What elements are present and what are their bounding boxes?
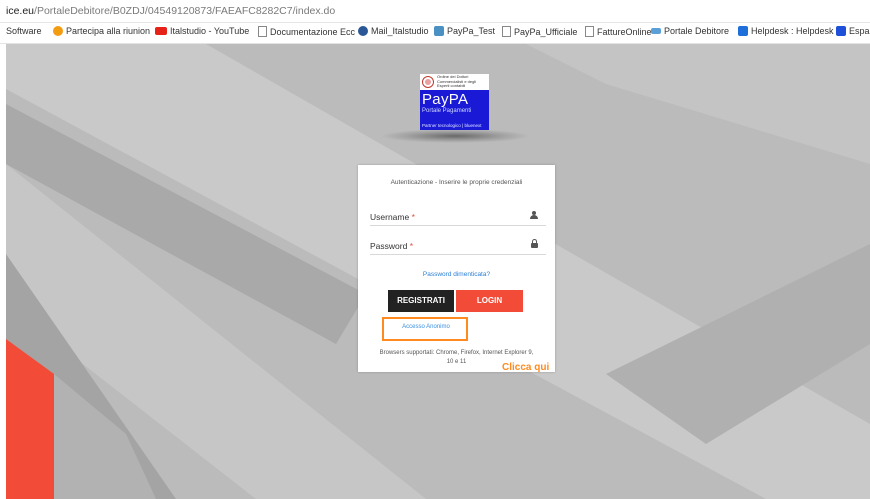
url-path: /PortaleDebitore/B0ZDJ/04549120873/FAEAF… [34, 5, 336, 17]
url-host: ice.eu [6, 5, 35, 17]
bookmark-paypa-test[interactable]: PayPa_Test [434, 26, 495, 36]
page-icon [585, 26, 594, 37]
bookmark-label: Documentazione Ecc [270, 26, 356, 37]
login-card: Autenticazione - Inserire le proprie cre… [358, 165, 555, 372]
bookmarks-bar: Software Partecipa alla riunion Italstud… [0, 23, 870, 44]
required-mark: * [411, 212, 415, 222]
logo-brand: PayPA [422, 91, 469, 108]
espar-icon [836, 26, 846, 36]
address-bar[interactable]: ice.eu/PortaleDebitore/B0ZDJ/04549120873… [0, 0, 870, 23]
forgot-password-link[interactable]: Password dimenticata? [358, 271, 555, 278]
bookmark-label: PayPa_Ufficiale [514, 26, 578, 37]
bookmark-youtube[interactable]: Italstudio - YouTube [155, 26, 249, 36]
mail-icon [358, 26, 368, 36]
click-here-annotation: Clicca qui [502, 362, 550, 373]
bookmark-fattureonline[interactable]: FattureOnline [585, 26, 652, 37]
bookmark-label: Portale Debitore [664, 26, 730, 36]
login-button[interactable]: LOGIN [456, 290, 523, 312]
logo-org-text: Ordine dei Dottori Commercialisti e degl… [437, 74, 477, 89]
bookmark-espar[interactable]: Espar [836, 26, 870, 36]
login-title: Autenticazione - Inserire le proprie cre… [390, 179, 523, 186]
bookmark-helpdesk[interactable]: Helpdesk : Helpdesk [738, 26, 834, 36]
helpdesk-icon [738, 26, 748, 36]
bookmark-label: Italstudio - YouTube [170, 26, 250, 36]
bookmark-label: PayPa_Test [447, 26, 496, 36]
bookmark-mail[interactable]: Mail_Italstudio [358, 26, 429, 36]
lock-icon [531, 239, 538, 248]
register-button[interactable]: REGISTRATI [388, 290, 454, 312]
youtube-icon [155, 27, 167, 35]
portal-icon [651, 28, 661, 34]
anonymous-access-link[interactable]: Accesso Anonimo [390, 324, 462, 330]
bookmark-label: Espar [849, 26, 870, 36]
username-label: Username [370, 212, 410, 222]
logo-body: PayPA Portale Pagamenti Partner tecnolog… [420, 90, 489, 130]
bookmark-partecipa[interactable]: Partecipa alla riunion [53, 26, 150, 36]
logo-footer: Partner tecnologico | bluenext [422, 123, 482, 128]
bookmark-software[interactable]: Software [6, 26, 42, 36]
paypa-icon [434, 26, 444, 36]
bookmark-label: Software [6, 26, 42, 36]
meeting-icon [53, 26, 63, 36]
seal-icon [422, 76, 434, 88]
user-icon [530, 211, 538, 219]
paypa-logo: Ordine dei Dottori Commercialisti e degl… [420, 74, 489, 130]
bookmark-label: Mail_Italstudio [371, 26, 429, 36]
bookmark-portale-debitore[interactable]: Portale Debitore [651, 26, 729, 36]
logo-shadow [380, 129, 530, 143]
page-icon [502, 26, 511, 37]
bookmark-label: Helpdesk : Helpdesk [751, 26, 834, 36]
address-url[interactable]: ice.eu/PortaleDebitore/B0ZDJ/04549120873… [6, 5, 335, 17]
bookmark-paypa-ufficiale[interactable]: PayPa_Ufficiale [502, 26, 577, 37]
password-label: Password [370, 241, 408, 251]
username-underline [370, 225, 546, 226]
required-mark: * [409, 241, 414, 251]
bookmark-label: Partecipa alla riunion [66, 26, 151, 36]
username-field[interactable]: Username * [370, 212, 415, 222]
bookmark-label: FattureOnline [597, 26, 652, 37]
bookmark-documentazione[interactable]: Documentazione Ecc [258, 26, 355, 37]
password-underline [370, 254, 546, 255]
logo-header: Ordine dei Dottori Commercialisti e degl… [420, 74, 489, 90]
page-icon [258, 26, 267, 37]
logo-subtitle: Portale Pagamenti [422, 108, 472, 114]
password-field[interactable]: Password * [370, 241, 413, 251]
